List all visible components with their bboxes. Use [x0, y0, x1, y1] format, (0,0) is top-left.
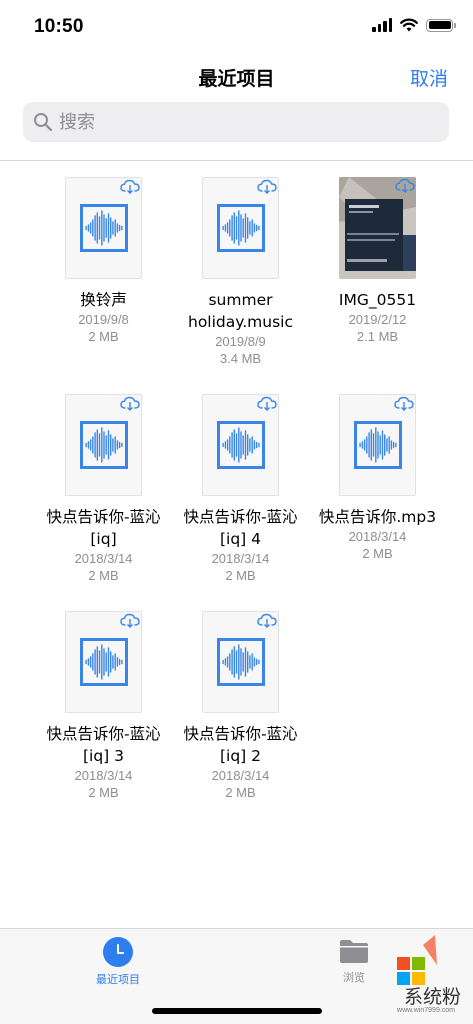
file-item[interactable]: summer holiday.music 2019/8/9 3.4 MB — [172, 177, 309, 394]
file-name: 快点告诉你-蓝沁[iq] — [46, 508, 161, 548]
file-name: 换铃声 — [80, 291, 127, 309]
tab-recents-label: 最近项目 — [96, 973, 140, 986]
file-date: 2018/3/14 — [348, 529, 407, 544]
cellular-signal-icon — [372, 18, 392, 32]
status-bar: 10:50 — [0, 0, 473, 56]
file-item[interactable]: 快点告诉你-蓝沁[iq] 2018/3/14 2 MB — [35, 394, 172, 611]
file-name: 快点告诉你-蓝沁[iq] 3 — [46, 725, 161, 765]
icloud-download-icon — [394, 396, 414, 412]
file-name: 快点告诉你-蓝沁[iq] 4 — [183, 508, 298, 548]
audio-waveform-icon — [216, 204, 265, 252]
file-name: summer holiday.music — [188, 291, 293, 331]
icloud-download-icon — [120, 613, 140, 629]
watermark: 系统粉 www.win7999.com — [375, 935, 465, 1015]
wifi-icon — [400, 18, 418, 32]
file-date: 2018/3/14 — [74, 768, 133, 783]
file-thumbnail — [65, 177, 142, 279]
page-title: 最近项目 — [198, 69, 275, 90]
icloud-download-icon — [257, 396, 277, 412]
file-item[interactable]: 换铃声 2019/9/8 2 MB — [35, 177, 172, 394]
icloud-download-icon — [257, 613, 277, 629]
folder-icon — [340, 940, 368, 963]
audio-waveform-icon — [216, 421, 265, 469]
audio-waveform-icon — [79, 638, 128, 686]
file-size: 2 MB — [362, 546, 393, 561]
search-bar[interactable] — [23, 102, 449, 142]
search-input[interactable] — [59, 111, 419, 133]
file-thumbnail — [202, 394, 279, 496]
icloud-download-icon — [257, 179, 277, 195]
file-name: IMG_0551 — [338, 291, 417, 309]
file-thumbnail — [202, 611, 279, 713]
file-item[interactable]: 快点告诉你.mp3 2018/3/14 2 MB — [309, 394, 446, 611]
file-thumbnail — [65, 611, 142, 713]
home-indicator — [152, 1008, 322, 1014]
audio-waveform-icon — [79, 421, 128, 469]
file-date: 2019/9/8 — [78, 312, 129, 327]
audio-waveform-icon — [79, 204, 128, 252]
file-date: 2018/3/14 — [74, 551, 133, 566]
watermark-text: 系统粉 — [403, 986, 461, 1008]
icloud-download-icon — [395, 178, 415, 194]
file-size: 2.1 MB — [356, 329, 399, 344]
file-name: 快点告诉你.mp3 — [318, 508, 437, 526]
file-name: 快点告诉你-蓝沁[iq] 2 — [183, 725, 298, 765]
tab-recents[interactable]: 最近项目 — [78, 937, 158, 987]
clock-icon — [103, 937, 133, 967]
file-size: 2 MB — [225, 785, 256, 800]
search-icon — [34, 113, 53, 132]
icloud-download-icon — [120, 179, 140, 195]
file-size: 2 MB — [88, 785, 119, 800]
icloud-download-icon — [120, 396, 140, 412]
file-thumbnail — [202, 177, 279, 279]
file-size: 2 MB — [88, 568, 119, 583]
file-grid: 换铃声 2019/9/8 2 MB summer holiday.music 2019/… — [35, 177, 446, 828]
status-icons — [372, 18, 456, 32]
file-item[interactable]: IMG_0551 2019/2/12 2.1 MB — [309, 177, 446, 394]
audio-waveform-icon — [216, 638, 265, 686]
tab-browse-label: 浏览 — [343, 971, 365, 984]
file-date: 2019/8/9 — [215, 334, 266, 349]
file-item[interactable]: 快点告诉你-蓝沁[iq] 4 2018/3/14 2 MB — [172, 394, 309, 611]
audio-waveform-icon — [353, 421, 402, 469]
file-size: 3.4 MB — [219, 351, 262, 366]
file-thumbnail — [339, 394, 416, 496]
status-time: 10:50 — [34, 16, 84, 37]
cancel-button[interactable]: 取消 — [410, 64, 448, 91]
file-date: 2018/3/14 — [211, 551, 270, 566]
file-item[interactable]: 快点告诉你-蓝沁[iq] 2 2018/3/14 2 MB — [172, 611, 309, 828]
photo-thumbnail — [339, 177, 416, 279]
battery-icon — [426, 18, 456, 32]
file-size: 2 MB — [88, 329, 119, 344]
watermark-url: www.win7999.com — [397, 1007, 455, 1014]
file-date: 2019/2/12 — [348, 312, 407, 327]
divider — [0, 160, 473, 161]
file-size: 2 MB — [225, 568, 256, 583]
file-thumbnail — [65, 394, 142, 496]
file-item[interactable]: 快点告诉你-蓝沁[iq] 3 2018/3/14 2 MB — [35, 611, 172, 828]
file-date: 2018/3/14 — [211, 768, 270, 783]
